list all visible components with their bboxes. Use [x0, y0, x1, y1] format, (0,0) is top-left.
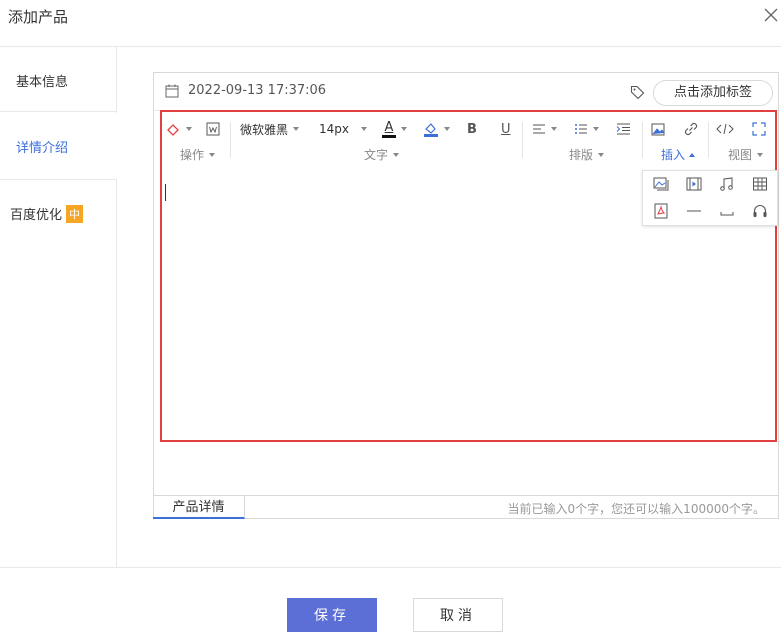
- sidebar-item-baidu-seo[interactable]: 百度优化中: [0, 179, 117, 245]
- save-button[interactable]: 保存: [287, 598, 377, 632]
- add-tag-button[interactable]: 点击添加标签: [653, 80, 773, 106]
- created-datetime: 2022-09-13 17:37:06: [188, 83, 327, 98]
- dialog-title: 添加产品: [8, 8, 69, 26]
- sidebar-item-label: 基本信息: [16, 75, 69, 90]
- video-icon[interactable]: [686, 176, 702, 192]
- footer-divider: [0, 567, 781, 568]
- word-count: 当前已输入0个字，您还可以输入100000个字。: [507, 502, 765, 516]
- image-gallery-icon[interactable]: [653, 176, 669, 192]
- status-badge: 中: [66, 205, 84, 223]
- horizontal-line-icon[interactable]: [686, 203, 702, 219]
- sidebar: 基本信息 详情介绍 百度优化中: [0, 47, 117, 567]
- sidebar-item-detail[interactable]: 详情介绍: [0, 113, 117, 179]
- meta-row: 2022-09-13 17:37:06 点击添加标签: [154, 73, 778, 111]
- insert-popup: [642, 170, 778, 226]
- sidebar-item-label: 百度优化: [10, 208, 63, 223]
- text-cursor: [165, 184, 166, 201]
- pdf-icon[interactable]: [653, 203, 669, 219]
- tab-product-detail[interactable]: 产品详情: [153, 496, 245, 519]
- tag-icon: [630, 85, 645, 100]
- space-icon[interactable]: [719, 203, 735, 219]
- cancel-button[interactable]: 取消: [413, 598, 503, 632]
- header-divider: [0, 46, 781, 47]
- music-icon[interactable]: [719, 176, 735, 192]
- editor-footer: 产品详情 当前已输入0个字，您还可以输入100000个字。: [153, 495, 779, 519]
- calendar-icon: [165, 84, 179, 98]
- audio-icon[interactable]: [752, 203, 768, 219]
- sidebar-item-basic-info[interactable]: 基本信息: [0, 47, 117, 112]
- close-icon[interactable]: [762, 6, 780, 24]
- table-icon[interactable]: [752, 176, 768, 192]
- highlight-frame: [160, 110, 777, 442]
- sidebar-item-label: 详情介绍: [16, 141, 69, 156]
